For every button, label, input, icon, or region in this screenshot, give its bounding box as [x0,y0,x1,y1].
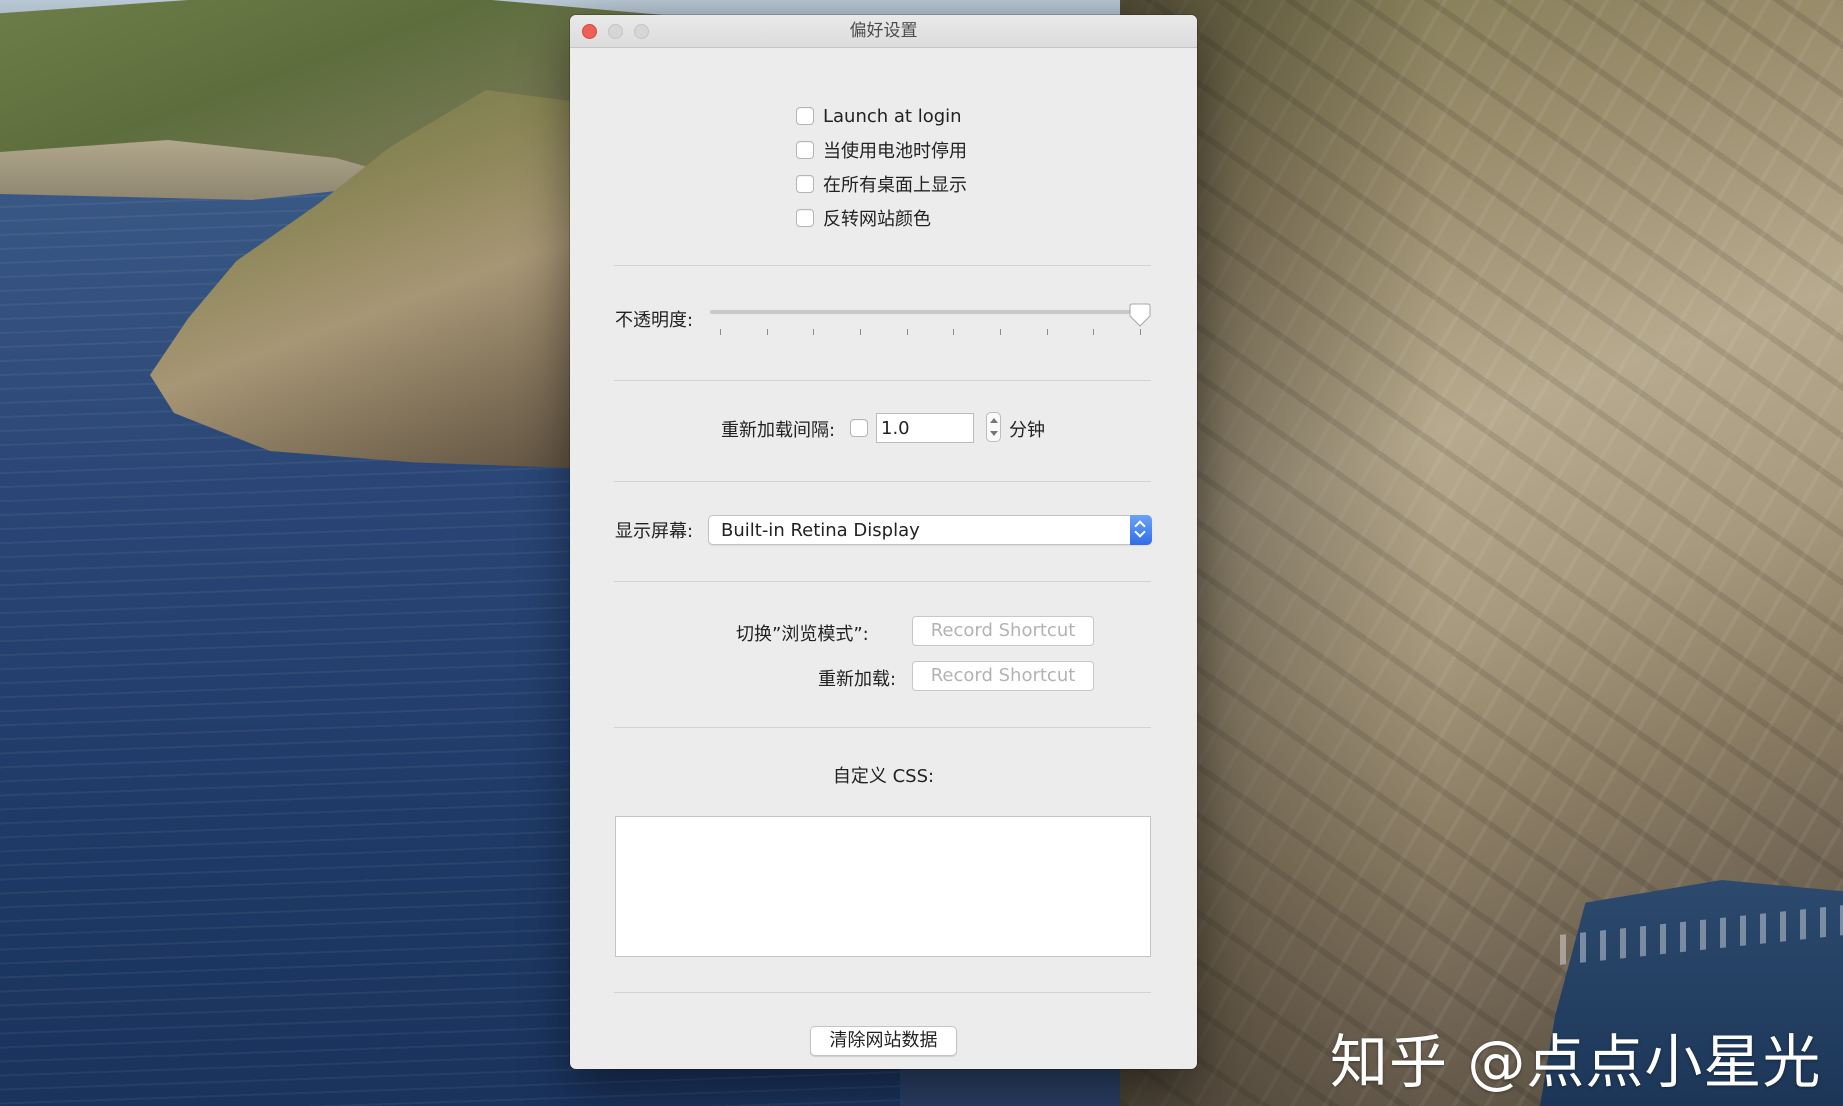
preferences-content: Launch at login 当使用电池时停用 在所有桌面上显示 反转网站颜色… [570,48,1197,1069]
reload-shortcut-button[interactable]: Record Shortcut [912,661,1094,691]
clear-website-data-button[interactable]: 清除网站数据 [810,1026,957,1056]
opacity-label: 不透明度: [615,310,694,331]
separator [614,992,1151,993]
separator [614,481,1151,482]
slider-tick [813,329,815,335]
stepper-up-icon[interactable] [990,418,998,423]
slider-tick [953,329,955,335]
launch-at-login-row[interactable]: Launch at login [796,104,962,128]
slider-tick [1000,329,1001,335]
reload-interval-stepper[interactable] [986,412,1001,442]
slider-tick [1046,329,1048,335]
display-popup-value: Built-in Retina Display [721,520,920,541]
separator [614,380,1151,381]
preferences-window: 偏好设置 Launch at login 当使用电池时停用 在所有桌面上显示 反… [570,15,1197,1069]
opacity-slider-thumb[interactable] [1129,303,1151,327]
show-on-all-desktops-row[interactable]: 在所有桌面上显示 [796,172,967,196]
chevron-updown-icon[interactable] [1130,515,1152,545]
custom-css-textarea[interactable] [615,816,1151,957]
slider-tick [1093,329,1095,335]
separator [614,265,1151,266]
toggle-browse-mode-label: 切换”浏览模式”: [736,624,869,645]
disable-on-battery-label[interactable]: 当使用电池时停用 [823,137,967,163]
invert-colors-row[interactable]: 反转网站颜色 [796,206,931,230]
title-bar[interactable]: 偏好设置 [570,15,1197,48]
reload-interval-input[interactable] [876,413,974,443]
separator [614,581,1151,582]
slider-tick [1140,329,1141,335]
launch-at-login-label[interactable]: Launch at login [823,106,962,127]
launch-at-login-checkbox[interactable] [796,107,814,125]
reload-interval-checkbox[interactable] [850,419,868,437]
slider-tick [766,329,768,335]
disable-on-battery-row[interactable]: 当使用电池时停用 [796,138,967,162]
slider-tick [860,329,861,335]
slider-tick [906,329,908,335]
display-popup[interactable]: Built-in Retina Display [708,515,1152,545]
reload-interval-label: 重新加载间隔: [721,420,836,441]
watermark: 知乎 @点点小星光 [1330,1028,1822,1096]
invert-colors-label[interactable]: 反转网站颜色 [823,205,931,231]
invert-colors-checkbox[interactable] [796,209,814,227]
display-label: 显示屏幕: [615,521,694,542]
show-on-all-desktops-label[interactable]: 在所有桌面上显示 [823,171,967,197]
reload-shortcut-label: 重新加载: [818,669,897,690]
opacity-slider-track[interactable] [710,310,1142,314]
reload-interval-unit: 分钟 [1009,420,1045,441]
stepper-down-icon[interactable] [990,431,998,436]
window-title: 偏好设置 [849,21,918,41]
separator [614,727,1151,728]
disable-on-battery-checkbox[interactable] [796,141,814,159]
custom-css-label: 自定义 CSS: [832,766,935,787]
show-on-all-desktops-checkbox[interactable] [796,175,814,193]
slider-tick [720,329,721,335]
toggle-browse-mode-shortcut-button[interactable]: Record Shortcut [912,616,1094,646]
